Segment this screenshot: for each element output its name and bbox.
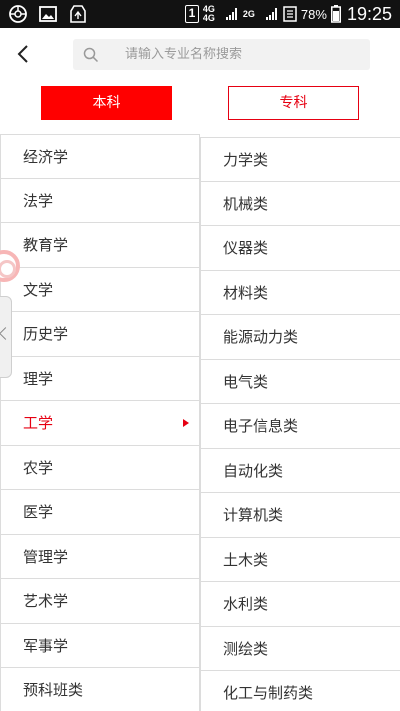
battery-percentage: 78% [300, 6, 327, 22]
status-bar-notifications [8, 4, 88, 24]
status-bar-system: 1 4G 4G 2G 78% 19:25 [184, 0, 392, 28]
image-icon [39, 6, 57, 22]
subcategory-item[interactable]: 电子信息类 [200, 404, 400, 449]
subcategory-item[interactable]: 电气类 [200, 359, 400, 404]
subcategory-item[interactable]: 水利类 [200, 582, 400, 627]
clock: 19:25 [346, 3, 392, 24]
category-item-selected[interactable]: 工学 [0, 401, 200, 446]
subcategory-list: 力学类 机械类 仪器类 材料类 能源动力类 电气类 电子信息类 自动化类 计算机… [200, 137, 400, 711]
network-indicator-2g: 2G [242, 8, 255, 19]
subcategory-item[interactable]: 仪器类 [200, 226, 400, 271]
category-item[interactable]: 农学 [0, 445, 200, 490]
search-input[interactable] [125, 47, 345, 62]
data-saver-icon [283, 6, 297, 22]
battery-icon [330, 5, 341, 23]
category-item[interactable]: 文学 [0, 267, 200, 312]
app-notification-icon [9, 5, 27, 23]
subcategory-item[interactable]: 材料类 [200, 270, 400, 315]
category-item[interactable]: 医学 [0, 490, 200, 535]
category-item[interactable]: 经济学 [0, 134, 200, 179]
search-icon [83, 47, 99, 62]
status-bar: 1 4G 4G 2G 78% 19:25 [0, 0, 400, 28]
category-item[interactable]: 理学 [0, 356, 200, 401]
degree-tabs: 本科 专科 [0, 80, 400, 132]
network-indicator: 4G 4G [202, 4, 215, 23]
tab-zhuanke[interactable]: 专科 [228, 86, 359, 120]
subcategory-item[interactable]: 土木类 [200, 537, 400, 582]
subcategory-item[interactable]: 测绘类 [200, 626, 400, 671]
category-item[interactable]: 艺术学 [0, 579, 200, 624]
category-item[interactable]: 法学 [0, 178, 200, 223]
subcategory-item[interactable]: 能源动力类 [200, 315, 400, 360]
category-item-label: 工学 [23, 414, 54, 432]
subcategory-item[interactable]: 机械类 [200, 181, 400, 226]
search-box[interactable] [73, 39, 370, 70]
category-item[interactable]: 军事学 [0, 623, 200, 668]
category-item[interactable]: 历史学 [0, 312, 200, 357]
caret-right-icon [183, 419, 189, 427]
tab-benke[interactable]: 本科 [41, 86, 172, 120]
subcategory-item[interactable]: 自动化类 [200, 448, 400, 493]
edge-panel-handle[interactable] [0, 296, 12, 378]
signal-icon-2 [265, 8, 277, 20]
signal-icon [225, 8, 237, 20]
category-item[interactable]: 管理学 [0, 534, 200, 579]
category-item[interactable]: 预科班类 [0, 668, 200, 711]
subcategory-item[interactable]: 计算机类 [200, 493, 400, 538]
back-chevron-left-icon[interactable] [12, 42, 36, 66]
sim-slot-indicator: 1 [184, 5, 199, 23]
recycle-icon [70, 5, 86, 23]
category-list: 经济学 法学 教育学 文学 历史学 理学 工学 农学 医学 管理学 艺术学 军事… [0, 134, 200, 711]
category-item[interactable]: 教育学 [0, 223, 200, 268]
top-bar [0, 28, 400, 80]
subcategory-item[interactable]: 化工与制药类 [200, 671, 400, 711]
subcategory-item[interactable]: 力学类 [200, 137, 400, 182]
